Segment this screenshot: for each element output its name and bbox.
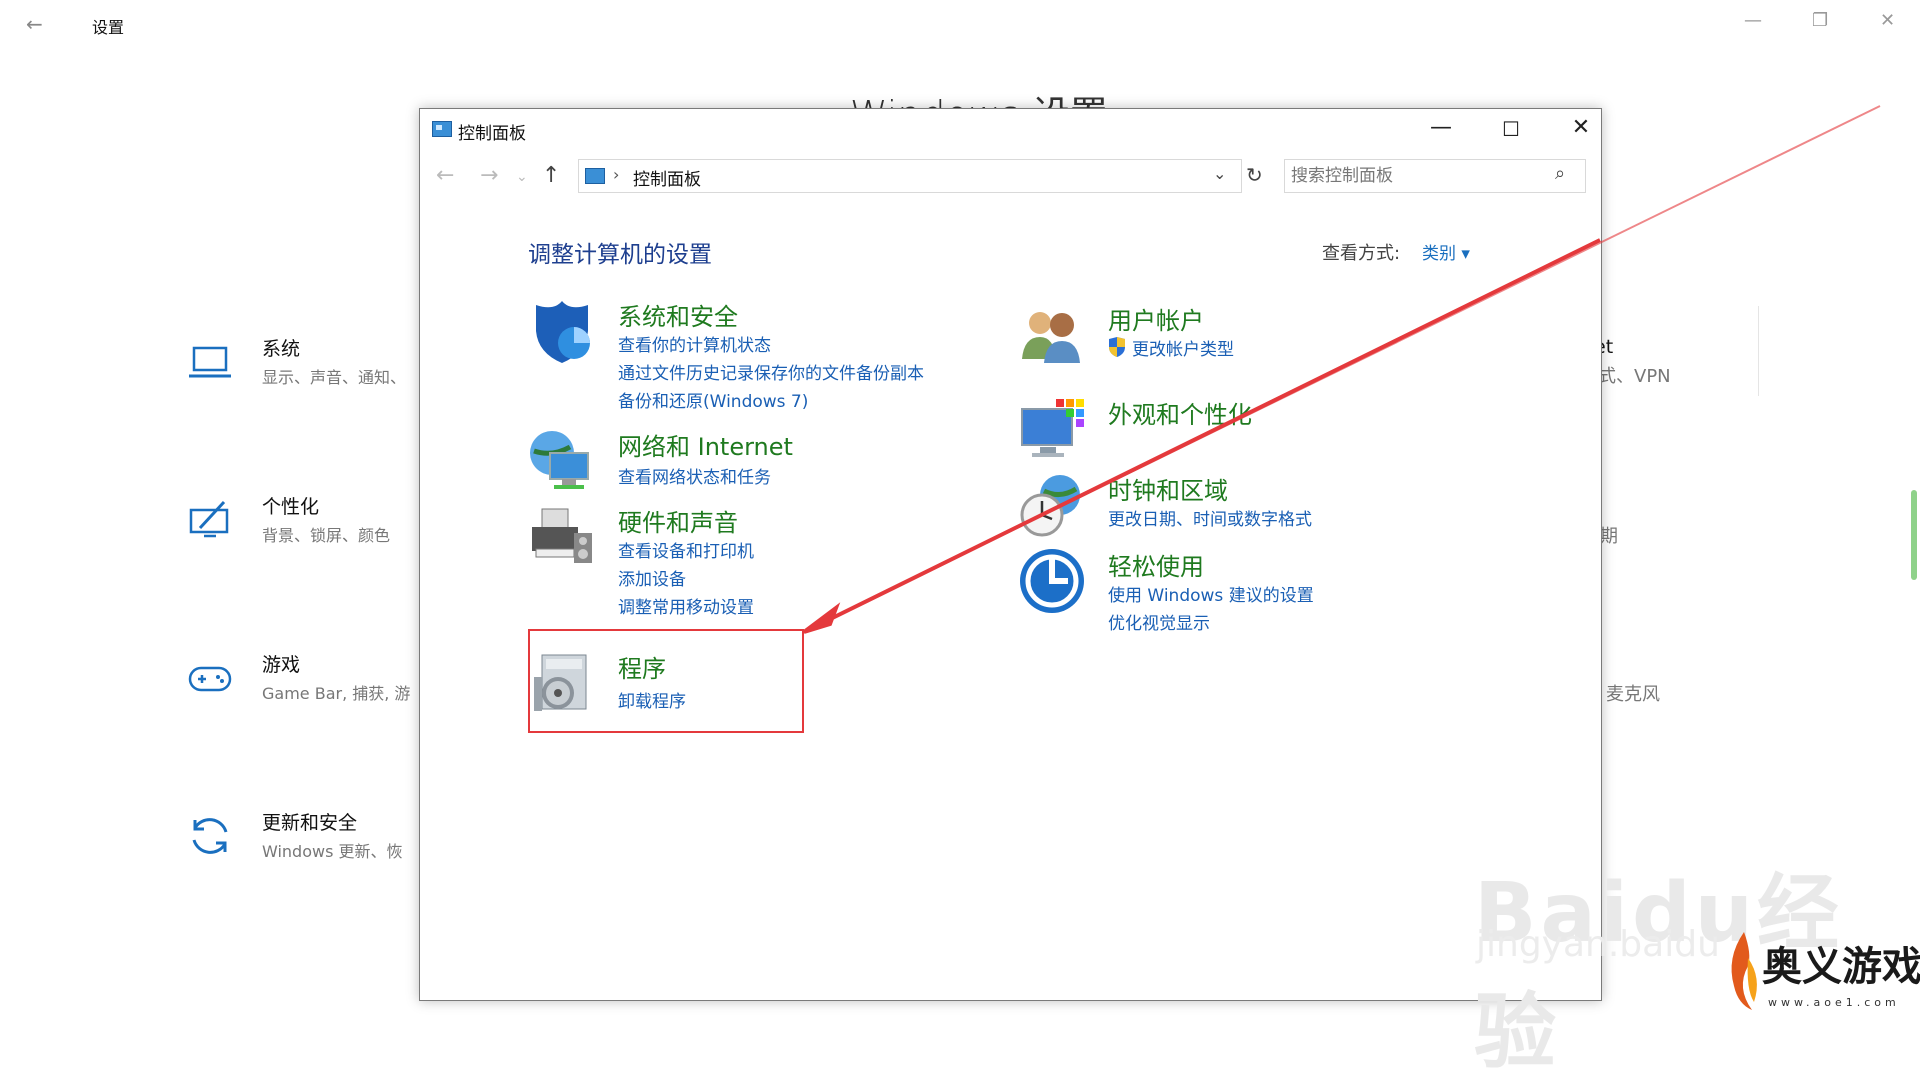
back-arrow-icon[interactable]: ← [436, 163, 454, 188]
back-arrow-icon[interactable]: ← [26, 12, 43, 36]
clock-globe-icon [1020, 475, 1080, 537]
control-panel-window: 控制面板 — ☐ ✕ ← → ⌄ ↑ › 控制面板 ⌄ ↻ ⌕ 调整计算机的设置… [419, 108, 1602, 1001]
settings-titlebar: ← 设置 — ❐ ✕ [0, 0, 1920, 48]
category-title[interactable]: 时钟和区域 [1108, 471, 1228, 506]
control-panel-titlebar: 控制面板 — ☐ ✕ [420, 109, 1601, 149]
highlight-box [528, 629, 804, 733]
gamepad-icon [188, 666, 232, 692]
category-link[interactable]: 调整常用移动设置 [618, 593, 754, 618]
breadcrumb-chevron-icon[interactable]: › [613, 165, 619, 184]
category-link[interactable]: 使用 Windows 建议的设置 [1108, 581, 1314, 606]
breadcrumb-control-panel[interactable]: 控制面板 [633, 165, 701, 190]
settings-window-title: 设置 [92, 18, 125, 37]
category-title[interactable]: 系统和安全 [618, 297, 738, 332]
category-title[interactable]: 硬件和声音 [618, 503, 738, 538]
category-title[interactable]: 用户帐户 [1108, 301, 1204, 336]
control-panel-title: 控制面板 [458, 124, 526, 144]
category-link[interactable]: 查看网络状态和任务 [618, 463, 771, 488]
category-title[interactable]: 外观和个性化 [1108, 395, 1252, 430]
laptop-icon [189, 346, 231, 378]
search-input[interactable] [1289, 162, 1543, 190]
sync-icon [192, 818, 228, 854]
shield-icon [536, 301, 590, 363]
up-arrow-icon[interactable]: ↑ [542, 163, 560, 188]
settings-right-text: 期 [1600, 526, 1618, 547]
settings-item-desc: Game Bar, 捕获, 游 [262, 684, 411, 703]
control-panel-icon [432, 121, 452, 137]
category-link[interactable]: 通过文件历史记录保存你的文件备份副本 [618, 359, 924, 384]
address-bar[interactable]: › 控制面板 ⌄ [578, 159, 1242, 193]
minimize-icon[interactable]: — [1744, 10, 1762, 31]
settings-right-text: 式、VPN [1598, 366, 1671, 387]
category-link[interactable]: 备份和还原(Windows 7) [618, 387, 808, 412]
settings-right-text: 麦克风 [1606, 684, 1660, 705]
view-by-dropdown[interactable]: 类别 ▾ [1422, 239, 1470, 264]
category-link[interactable]: 更改帐户类型 [1132, 335, 1234, 360]
settings-item-personalization[interactable]: 个性化 背景、锁屏、颜色 [186, 492, 426, 572]
category-title[interactable]: 轻松使用 [1108, 547, 1204, 582]
uac-shield-icon [1108, 337, 1126, 362]
page-title: 调整计算机的设置 [528, 242, 712, 268]
view-by-label: 查看方式: [1322, 243, 1401, 264]
scrollbar[interactable] [1911, 490, 1917, 580]
minimize-icon[interactable]: — [1426, 115, 1456, 140]
users-icon [1022, 312, 1080, 363]
category-link[interactable]: 更改日期、时间或数字格式 [1108, 505, 1312, 530]
baidu-watermark-url: jingyan.baidu [1476, 924, 1720, 965]
settings-item-name: 游戏 [262, 654, 301, 676]
settings-item-desc: 背景、锁屏、颜色 [262, 526, 391, 545]
settings-item-update[interactable]: 更新和安全 Windows 更新、恢 [186, 808, 426, 888]
settings-item-gaming[interactable]: 游戏 Game Bar, 捕获, 游 [186, 650, 426, 730]
category-link[interactable]: 优化视觉显示 [1108, 609, 1210, 634]
category-link[interactable]: 查看你的计算机状态 [618, 331, 771, 356]
settings-item-name: 个性化 [262, 496, 320, 518]
display-palette-icon [1021, 399, 1084, 457]
settings-item-name: 系统 [262, 338, 301, 360]
paint-icon [189, 500, 229, 538]
ease-of-access-icon [1020, 549, 1084, 613]
recent-chevron-icon[interactable]: ⌄ [516, 169, 528, 185]
category-link[interactable]: 添加设备 [618, 565, 686, 590]
settings-item-desc: 显示、声音、通知、 [262, 368, 407, 387]
navigation-bar: ← → ⌄ ↑ › 控制面板 ⌄ ↻ ⌕ [420, 159, 1601, 195]
divider [1758, 306, 1759, 396]
close-icon[interactable]: ✕ [1566, 115, 1596, 140]
brand-url: www.aoe1.com [1768, 996, 1900, 1009]
category-title[interactable]: 网络和 Internet [618, 427, 793, 462]
network-globe-icon [530, 431, 589, 489]
close-icon[interactable]: ✕ [1880, 10, 1895, 31]
brand-text: 奥义游戏网 [1762, 943, 1920, 990]
settings-item-name: 更新和安全 [262, 812, 358, 834]
search-icon[interactable]: ⌕ [1555, 163, 1565, 184]
brand-logo: 奥义游戏网 www.aoe1.com [1722, 928, 1920, 1014]
search-box[interactable]: ⌕ [1284, 159, 1586, 193]
settings-item-desc: Windows 更新、恢 [262, 842, 403, 861]
control-panel-icon [585, 168, 605, 184]
forward-arrow-icon[interactable]: → [480, 163, 498, 188]
category-link[interactable]: 查看设备和打印机 [618, 537, 754, 562]
maximize-icon[interactable]: ☐ [1496, 117, 1526, 141]
printer-icon [532, 508, 592, 563]
settings-item-system[interactable]: 系统 显示、声音、通知、 [186, 334, 426, 414]
flame-logo-icon [1731, 932, 1757, 1010]
restore-icon[interactable]: ❐ [1812, 10, 1828, 31]
chevron-down-icon[interactable]: ⌄ [1213, 164, 1226, 183]
refresh-icon[interactable]: ↻ [1246, 163, 1263, 187]
